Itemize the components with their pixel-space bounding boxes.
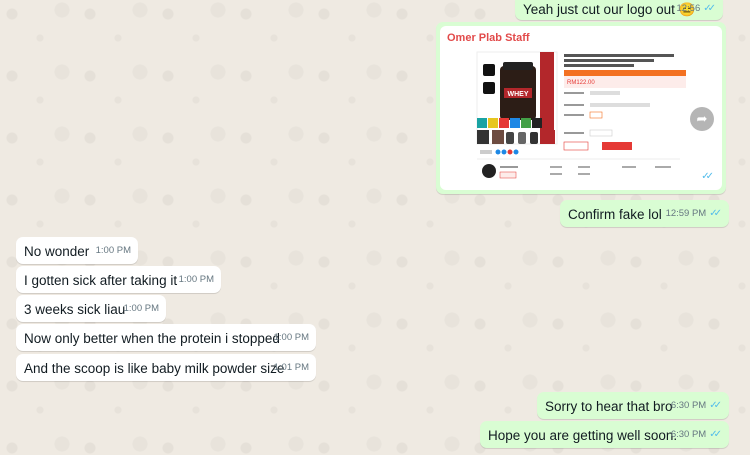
message-bubble-incoming[interactable]: Now only better when the protein i stopp…	[16, 324, 316, 351]
message-time: 12:59 PM	[665, 208, 707, 219]
message-bubble-outgoing[interactable]: Yeah just cut our logo out 😑 12:56 ✓✓	[515, 0, 723, 20]
image-attachment[interactable]: Omer Plab Staff WHEY RM122.00 12:59 PM ✓…	[440, 26, 722, 190]
message-bubble-outgoing[interactable]: Hope you are getting well soon. 6:30 PM …	[480, 421, 729, 448]
message-bubble-outgoing[interactable]: Sorry to hear that bro 6:30 PM ✓✓	[537, 392, 729, 419]
message-text: Hope you are getting well soon.	[488, 428, 678, 443]
double-check-icon: ✓✓	[703, 3, 716, 14]
message-text: And the scoop is like baby milk powder s…	[24, 361, 285, 376]
message-time: 6:30 PM	[670, 429, 707, 440]
message-text: Confirm fake lol	[568, 207, 662, 222]
double-check-icon: ✓✓	[709, 400, 722, 411]
message-bubble-incoming[interactable]: I gotten sick after taking it 1:00 PM	[16, 266, 221, 293]
message-time: 1:00 PM	[123, 303, 159, 314]
message-time: 1:01 PM	[273, 362, 309, 373]
forward-icon[interactable]: ➦	[690, 107, 714, 131]
message-bubble-incoming[interactable]: 3 weeks sick liau 1:00 PM	[16, 295, 166, 322]
message-bubble-image[interactable]: Omer Plab Staff WHEY RM122.00 12:59 PM ✓…	[436, 22, 726, 194]
message-time: 12:56	[676, 3, 701, 14]
message-bubble-outgoing[interactable]: Confirm fake lol 12:59 PM ✓✓	[560, 200, 729, 227]
message-text: No wonder	[24, 244, 90, 259]
message-text: 3 weeks sick liau	[24, 302, 126, 317]
message-bubble-incoming[interactable]: And the scoop is like baby milk powder s…	[16, 354, 316, 381]
message-text: I gotten sick after taking it	[24, 273, 178, 288]
message-time: 1:00 PM	[273, 332, 309, 343]
double-check-icon: ✓✓	[709, 208, 722, 219]
message-text: Yeah just cut our logo out 😑	[523, 2, 696, 17]
message-time: 1:00 PM	[178, 274, 214, 285]
product-price: RM122.00	[567, 80, 595, 86]
double-check-icon: ✓✓	[709, 429, 722, 440]
double-check-icon: ✓✓	[701, 171, 714, 182]
message-text: Now only better when the protein i stopp…	[24, 331, 280, 346]
message-time: 1:00 PM	[95, 245, 131, 256]
message-bubble-incoming[interactable]: No wonder 1:00 PM	[16, 237, 138, 264]
message-text: Sorry to hear that bro	[545, 399, 673, 414]
message-time: 12:59 PM	[657, 171, 699, 182]
product-screenshot: WHEY RM122.00	[476, 51, 686, 179]
tub-label: WHEY	[508, 91, 529, 98]
message-time: 6:30 PM	[670, 400, 707, 411]
